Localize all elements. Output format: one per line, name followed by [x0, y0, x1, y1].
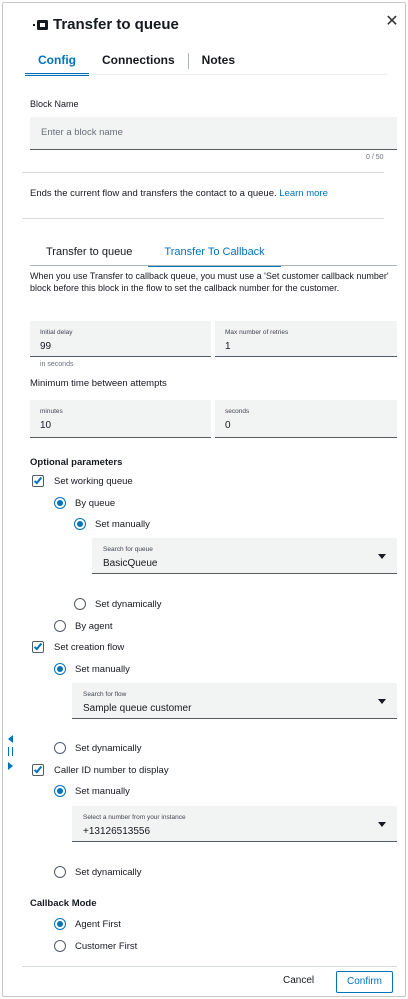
collapse-arrow-icon[interactable]: [8, 735, 13, 743]
by-agent-radio[interactable]: [54, 620, 66, 632]
set-working-queue-label: Set working queue: [54, 476, 133, 487]
tab-notes[interactable]: Notes: [189, 47, 248, 75]
minutes-field[interactable]: minutes 10: [30, 400, 211, 438]
confirm-button[interactable]: Confirm: [336, 971, 393, 993]
caller-id-label: Caller ID number to display: [54, 765, 169, 776]
flow-select-value: Sample queue customer: [83, 703, 192, 714]
transfer-type-tabs: Transfer to queue Transfer To Callback: [30, 243, 281, 267]
seconds-field[interactable]: seconds 0: [215, 400, 397, 438]
seconds-value: 0: [225, 420, 231, 431]
learn-more-link[interactable]: Learn more: [279, 188, 328, 199]
minutes-label: minutes: [40, 408, 63, 415]
close-icon[interactable]: ✕: [384, 13, 400, 31]
tab-connections[interactable]: Connections: [89, 47, 188, 75]
customer-first-radio[interactable]: [54, 940, 66, 952]
flow-set-manually-label: Set manually: [75, 664, 130, 675]
caller-id-checkbox[interactable]: [32, 764, 44, 776]
callback-mode-heading: Callback Mode: [30, 898, 97, 909]
block-name-counter: 0 / 50: [366, 154, 384, 161]
queue-select-label: Search for queue: [103, 546, 153, 553]
by-queue-radio[interactable]: [54, 497, 66, 509]
tab-transfer-to-queue[interactable]: Transfer to queue: [30, 243, 148, 265]
set-creation-flow-checkbox[interactable]: [32, 641, 44, 653]
caller-id-select-value: +13126513556: [83, 826, 151, 837]
caller-id-select-label: Select a number from your instance: [83, 814, 186, 821]
tab-bar: Config Connections Notes: [25, 47, 248, 76]
chevron-down-icon: [378, 699, 386, 704]
agent-first-label: Agent First: [75, 919, 121, 930]
description-text: Ends the current flow and transfers the …: [30, 188, 277, 199]
initial-delay-value: 99: [40, 341, 52, 352]
caller-id-set-dynamically-radio[interactable]: [54, 866, 66, 878]
queue-set-manually-radio[interactable]: [74, 518, 86, 530]
set-creation-flow-label: Set creation flow: [54, 642, 125, 653]
expand-arrow-icon[interactable]: [8, 762, 13, 770]
block-name-label: Block Name: [30, 99, 79, 109]
tab-transfer-to-callback[interactable]: Transfer To Callback: [148, 243, 281, 267]
footer-divider: [22, 966, 397, 967]
queue-select-value: BasicQueue: [103, 558, 158, 569]
seconds-label: seconds: [225, 408, 250, 415]
panel-header: Transfer to queue: [33, 14, 179, 34]
queue-set-dynamically-radio[interactable]: [74, 598, 86, 610]
caller-id-set-dynamically-label: Set dynamically: [75, 867, 142, 878]
divider: [22, 172, 384, 173]
minutes-value: 10: [40, 420, 52, 431]
flow-select-label: Search for flow: [83, 691, 127, 698]
caller-id-select[interactable]: Select a number from your instance +1312…: [72, 806, 397, 842]
tab-underline: [25, 74, 387, 75]
max-retries-label: Max number of retries: [225, 329, 289, 336]
flow-set-dynamically-label: Set dynamically: [75, 743, 142, 754]
min-time-label: Minimum time between attempts: [30, 378, 167, 389]
drag-handle-icon[interactable]: [8, 747, 13, 756]
queue-select[interactable]: Search for queue BasicQueue: [92, 538, 397, 574]
chevron-down-icon: [378, 822, 386, 827]
page-title: Transfer to queue: [53, 15, 179, 33]
tab-config[interactable]: Config: [25, 47, 89, 76]
block-description: Ends the current flow and transfers the …: [30, 188, 328, 199]
block-name-input[interactable]: Enter a block name: [30, 117, 397, 150]
flow-set-manually-radio[interactable]: [54, 663, 66, 675]
by-queue-label: By queue: [75, 498, 116, 509]
flow-select[interactable]: Search for flow Sample queue customer: [72, 683, 397, 719]
set-working-queue-checkbox[interactable]: [32, 475, 44, 487]
queue-set-manually-label: Set manually: [95, 519, 150, 530]
cancel-button[interactable]: Cancel: [283, 975, 314, 986]
transfer-queue-icon: [33, 18, 49, 30]
initial-delay-label: Initial delay: [40, 329, 73, 336]
subtab-underline: [30, 265, 397, 266]
customer-first-label: Customer First: [75, 941, 138, 952]
divider: [22, 218, 384, 219]
caller-id-set-manually-radio[interactable]: [54, 785, 66, 797]
optional-parameters-heading: Optional parameters: [30, 457, 123, 468]
caller-id-set-manually-label: Set manually: [75, 786, 130, 797]
initial-delay-hint: in seconds: [40, 361, 74, 368]
by-agent-label: By agent: [75, 621, 113, 632]
flow-set-dynamically-radio[interactable]: [54, 742, 66, 754]
max-retries-value: 1: [225, 341, 231, 352]
agent-first-radio[interactable]: [54, 918, 66, 930]
callback-info-text: When you use Transfer to callback queue,…: [30, 271, 389, 293]
queue-set-dynamically-label: Set dynamically: [95, 599, 162, 610]
chevron-down-icon: [378, 554, 386, 559]
max-retries-field[interactable]: Max number of retries 1: [215, 321, 397, 357]
initial-delay-field[interactable]: Initial delay 99: [30, 321, 211, 357]
